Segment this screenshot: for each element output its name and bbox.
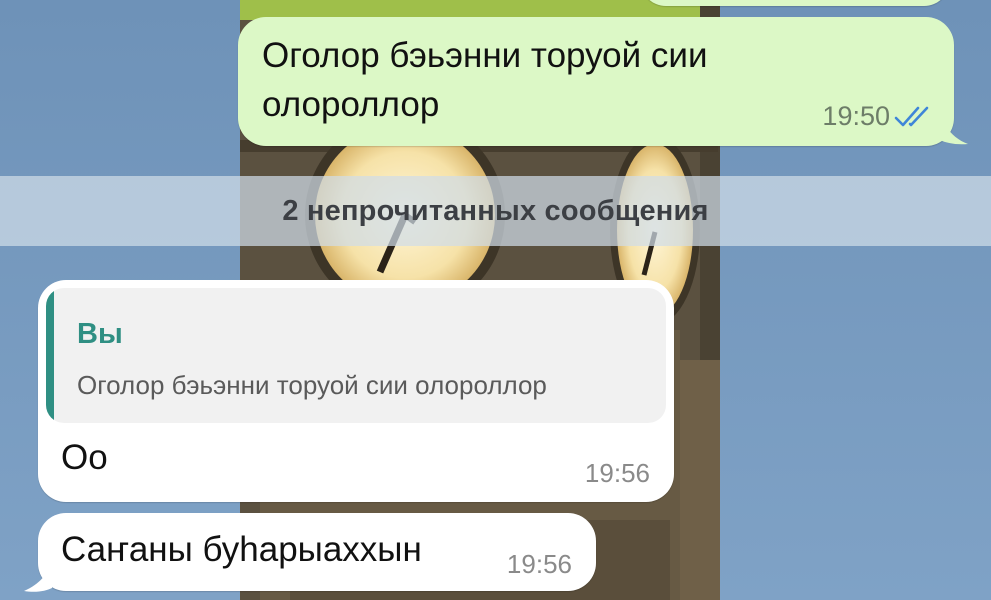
unread-messages-label: 2 непрочитанных сообщения: [282, 194, 709, 227]
message-time: 19:50: [822, 101, 890, 131]
reply-quote-accent-bar: [46, 288, 54, 423]
incoming-bubble-tail: [24, 560, 52, 592]
double-check-read-icon: [894, 106, 929, 127]
message-text: Оо: [61, 438, 108, 477]
previous-message-bubble[interactable]: [640, 0, 950, 6]
message-time: 19:56: [506, 549, 572, 579]
unread-messages-divider: 2 непрочитанных сообщения: [0, 176, 991, 246]
reply-quote[interactable]: Вы Оголор бэьэнни торуой сии олороллор: [46, 288, 666, 423]
incoming-message-bubble[interactable]: Вы Оголор бэьэнни торуой сии олороллор О…: [38, 280, 674, 502]
message-text: Оголор бэьэнни торуой сии олороллор: [262, 36, 708, 124]
outgoing-message-bubble[interactable]: Оголор бэьэнни торуой сии олороллор 19:5…: [238, 17, 954, 146]
message-text: Саҥаны буһарыаххын: [61, 530, 422, 569]
message-time: 19:56: [584, 458, 650, 488]
reply-quote-author: Вы: [77, 318, 123, 350]
incoming-message-bubble[interactable]: Саҥаны буһарыаххын 19:56: [38, 513, 596, 591]
reply-quote-text: Оголор бэьэнни торуой сии олороллор: [77, 370, 547, 400]
outgoing-bubble-tail: [940, 112, 968, 145]
